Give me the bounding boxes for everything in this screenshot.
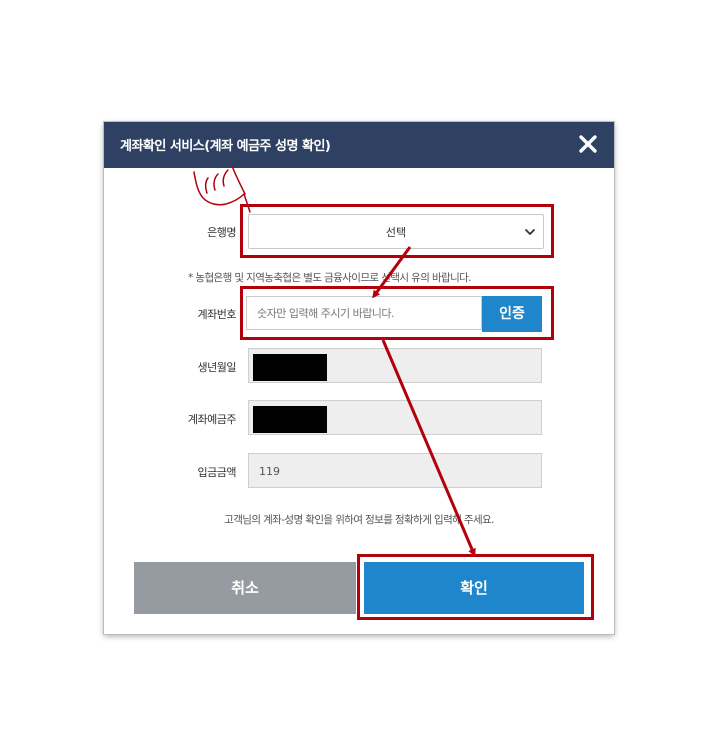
birthdate-label: 생년월일 <box>197 361 237 374</box>
account-number-input[interactable] <box>246 296 482 330</box>
holder-label: 계좌예금주 <box>187 413 237 426</box>
bank-label: 은행명 <box>207 226 236 239</box>
confirm-button[interactable]: 확인 <box>364 562 584 614</box>
redaction-mask <box>253 406 327 433</box>
redaction-mask <box>253 354 327 381</box>
screenshot-stage: 계좌확인 서비스(계좌 예금주 성명 확인) 은행명 선택 * 농협은행 및 지… <box>0 0 718 756</box>
bank-select-value: 선택 <box>385 226 407 239</box>
deposit-amount-value: 119 <box>259 465 280 478</box>
account-holder-field <box>248 400 542 435</box>
bank-notice: * 농협은행 및 지역농축협은 별도 금융사이므로 선택시 유의 바랍니다. <box>188 272 472 284</box>
verify-button[interactable]: 인증 <box>482 296 542 332</box>
account-label: 계좌번호 <box>197 308 237 321</box>
chevron-down-icon <box>525 229 535 235</box>
bank-select[interactable]: 선택 <box>248 214 544 249</box>
dialog-title: 계좌확인 서비스(계좌 예금주 성명 확인) <box>120 139 331 154</box>
close-icon[interactable] <box>576 132 600 156</box>
amount-label: 입금금액 <box>197 466 237 479</box>
input-notice: 고객님의 계좌-성명 확인을 위하여 정보를 정확하게 입력해 주세요. <box>224 514 494 526</box>
account-verify-dialog: 계좌확인 서비스(계좌 예금주 성명 확인) 은행명 선택 * 농협은행 및 지… <box>104 122 614 634</box>
cancel-button[interactable]: 취소 <box>134 562 356 614</box>
deposit-amount-field: 119 <box>248 453 542 488</box>
dialog-header: 계좌확인 서비스(계좌 예금주 성명 확인) <box>104 122 614 168</box>
birthdate-field <box>248 348 542 383</box>
